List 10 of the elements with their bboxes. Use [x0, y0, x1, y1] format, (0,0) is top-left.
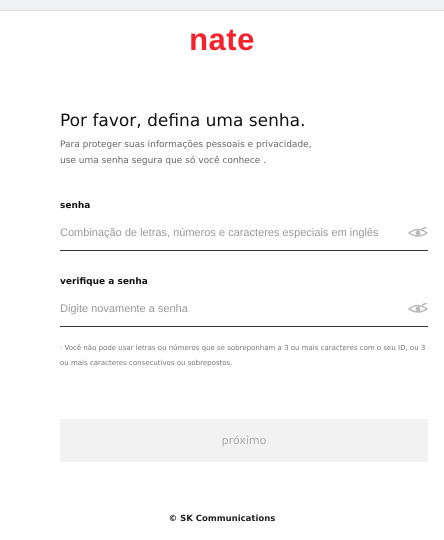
- description: Para proteger suas informações pessoais e privacidade, use uma senha segura que só você conhece .: [60, 139, 313, 168]
- eye-icon[interactable]: [408, 303, 428, 315]
- password-field[interactable]: Combinação de letras, números e caracteres especiais em inglês: [60, 215, 428, 251]
- copyright: © SK Communications: [168, 514, 276, 524]
- page-title: Por favor, defina uma senha.: [60, 110, 306, 133]
- field-label: verifique a senha: [60, 277, 149, 287]
- eye-icon[interactable]: [408, 227, 428, 239]
- logo: nate: [189, 23, 255, 57]
- field-label: senha: [60, 201, 92, 211]
- password-field[interactable]: Digite novamente a senha: [60, 291, 428, 327]
